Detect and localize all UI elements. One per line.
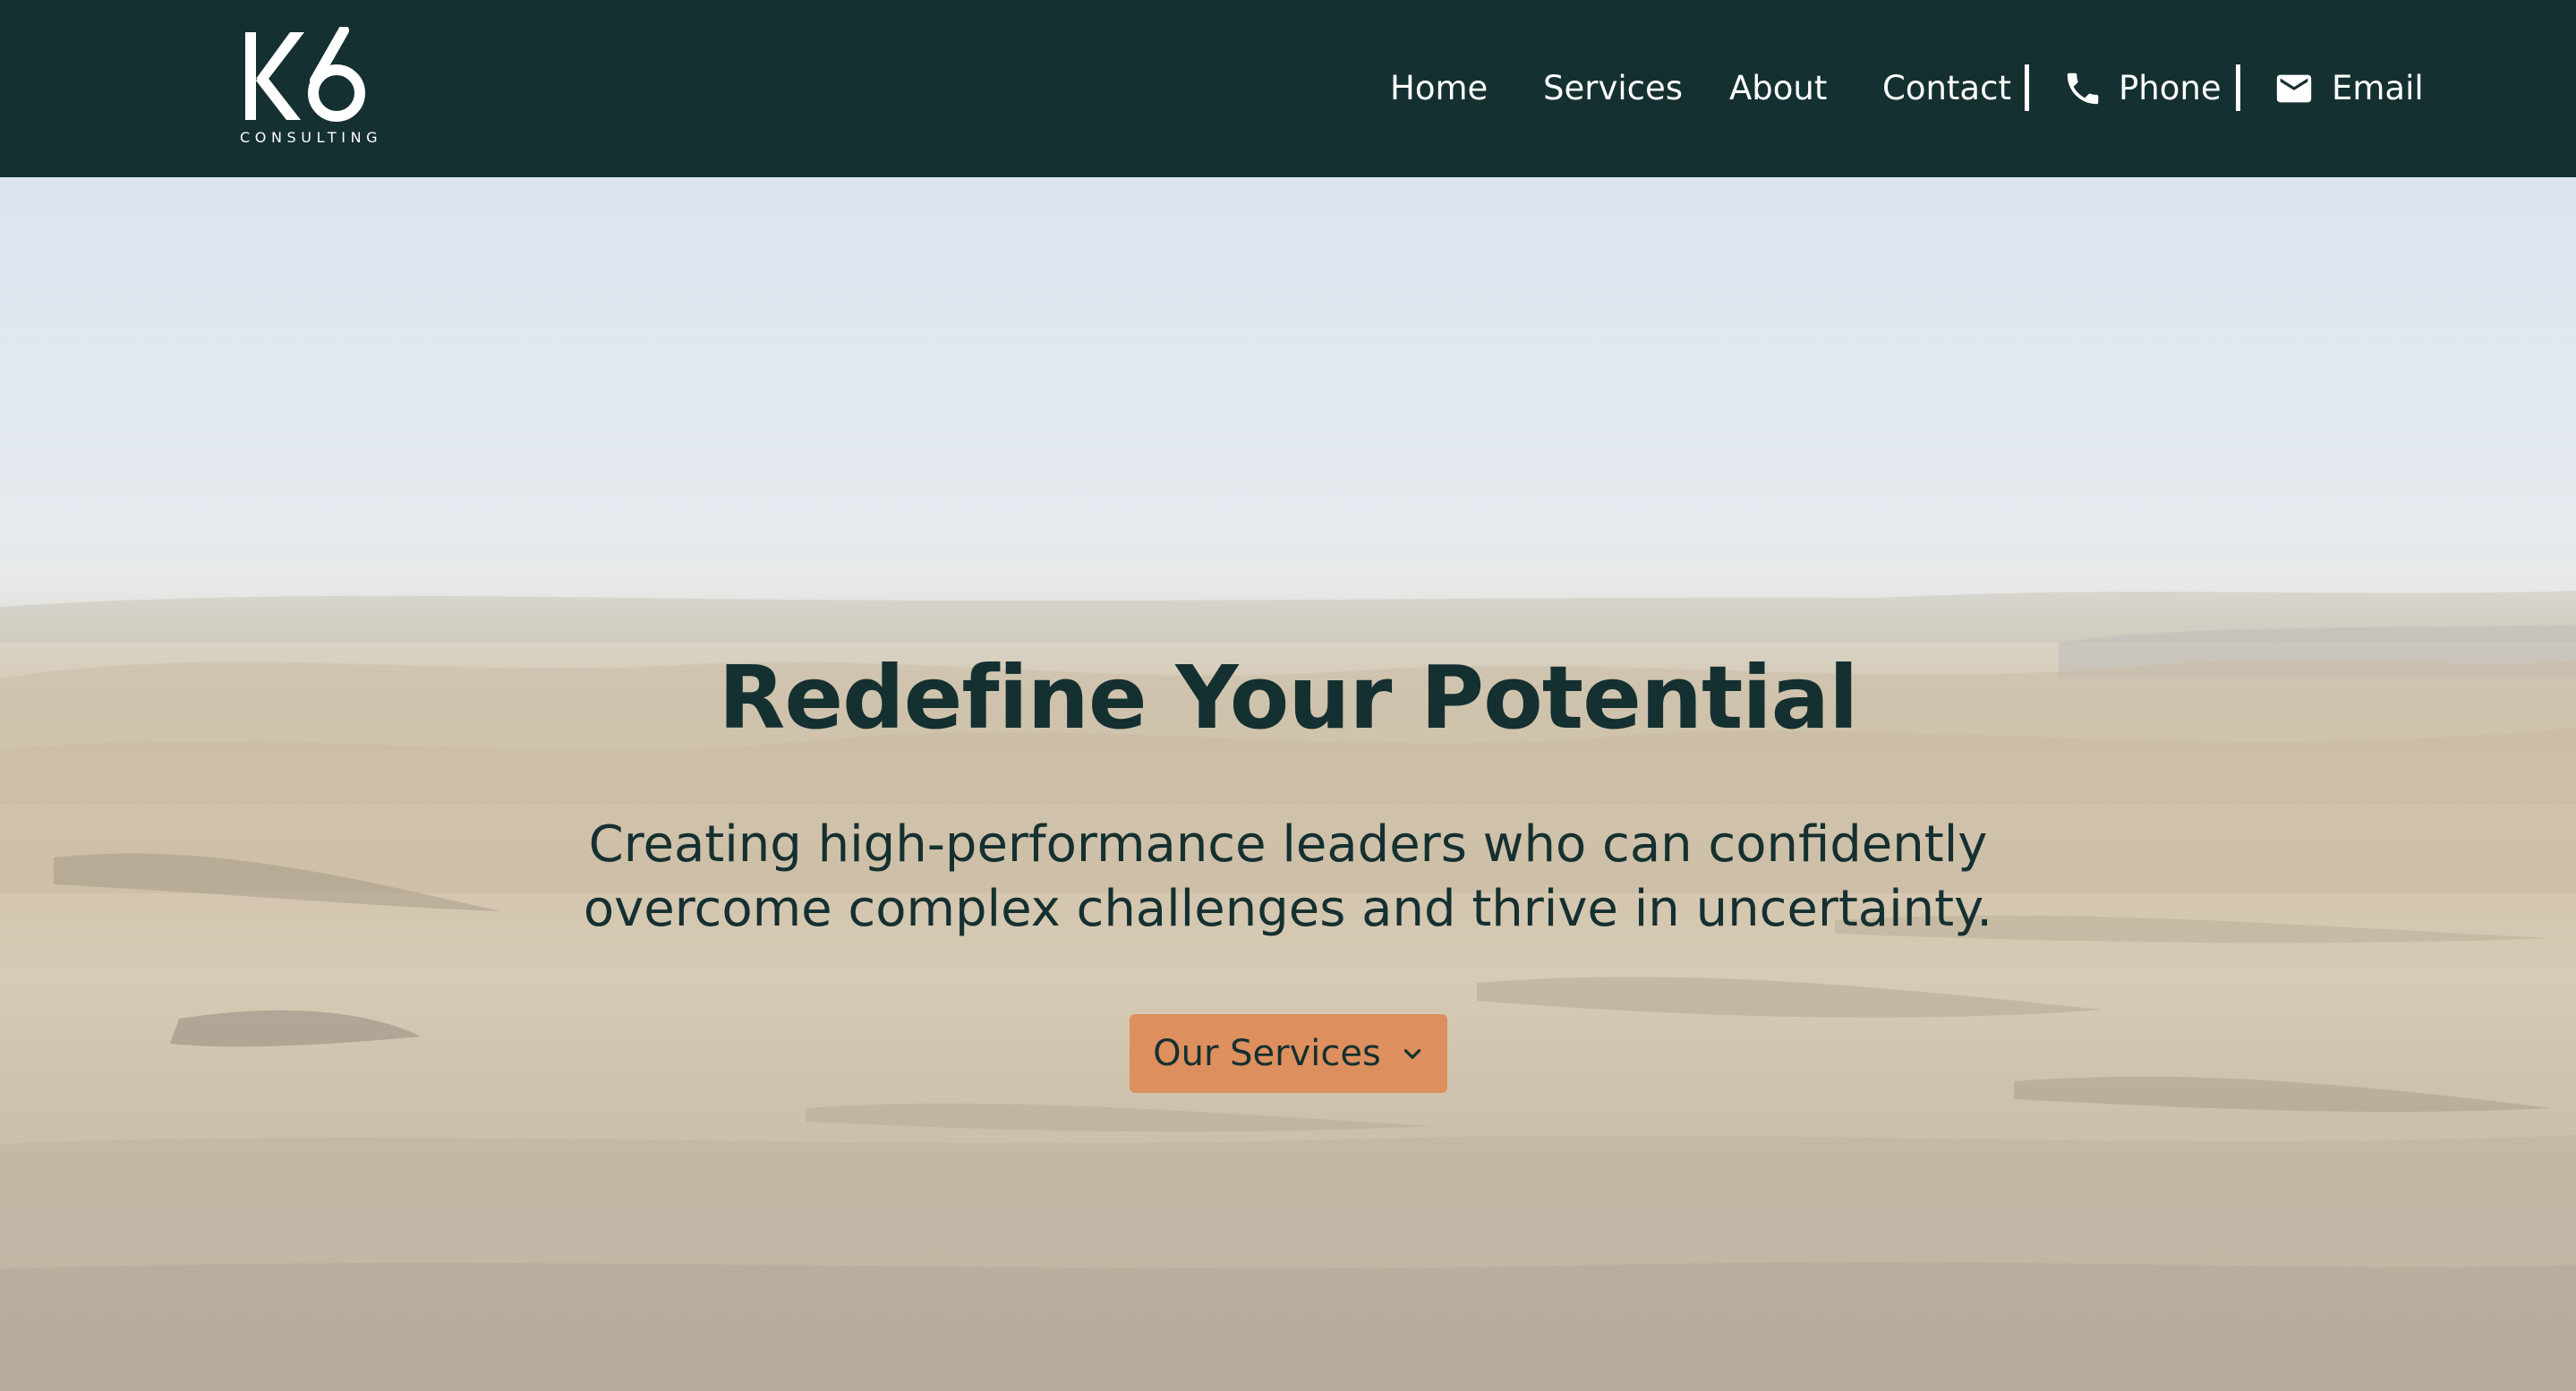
logo-subtitle: CONSULTING bbox=[240, 129, 383, 146]
site-header: CONSULTING Home Services About Contact P… bbox=[0, 0, 2576, 177]
hero-title: Redefine Your Potential bbox=[718, 647, 1859, 748]
k6-logo-mark bbox=[245, 27, 365, 122]
k6-consulting-logo[interactable]: CONSULTING bbox=[240, 27, 383, 152]
nav-contact[interactable]: Contact bbox=[1882, 64, 2011, 114]
nav-home[interactable]: Home bbox=[1390, 64, 1488, 114]
phone-icon[interactable] bbox=[2062, 68, 2103, 109]
nav-services[interactable]: Services bbox=[1543, 64, 1683, 114]
nav-divider bbox=[2236, 64, 2240, 111]
hero-subtitle: Creating high-performance leaders who ca… bbox=[0, 813, 2576, 942]
envelope-icon[interactable] bbox=[2273, 68, 2315, 109]
hero-subtitle-line-1: Creating high-performance leaders who ca… bbox=[588, 815, 1988, 874]
desert-landscape-image bbox=[0, 177, 2576, 1391]
hero-subtitle-line-2: overcome complex challenges and thrive i… bbox=[583, 880, 1993, 938]
nav-email[interactable]: Email bbox=[2332, 64, 2424, 114]
nav-about[interactable]: About bbox=[1729, 64, 1827, 114]
our-services-button[interactable]: Our Services bbox=[1130, 1014, 1447, 1093]
chevron-down-icon bbox=[1403, 1049, 1421, 1059]
our-services-button-label: Our Services bbox=[1153, 1033, 1381, 1074]
nav-divider bbox=[2025, 64, 2029, 111]
nav-phone[interactable]: Phone bbox=[2119, 64, 2222, 114]
hero-section: Redefine Your Potential Creating high-pe… bbox=[0, 177, 2576, 1391]
